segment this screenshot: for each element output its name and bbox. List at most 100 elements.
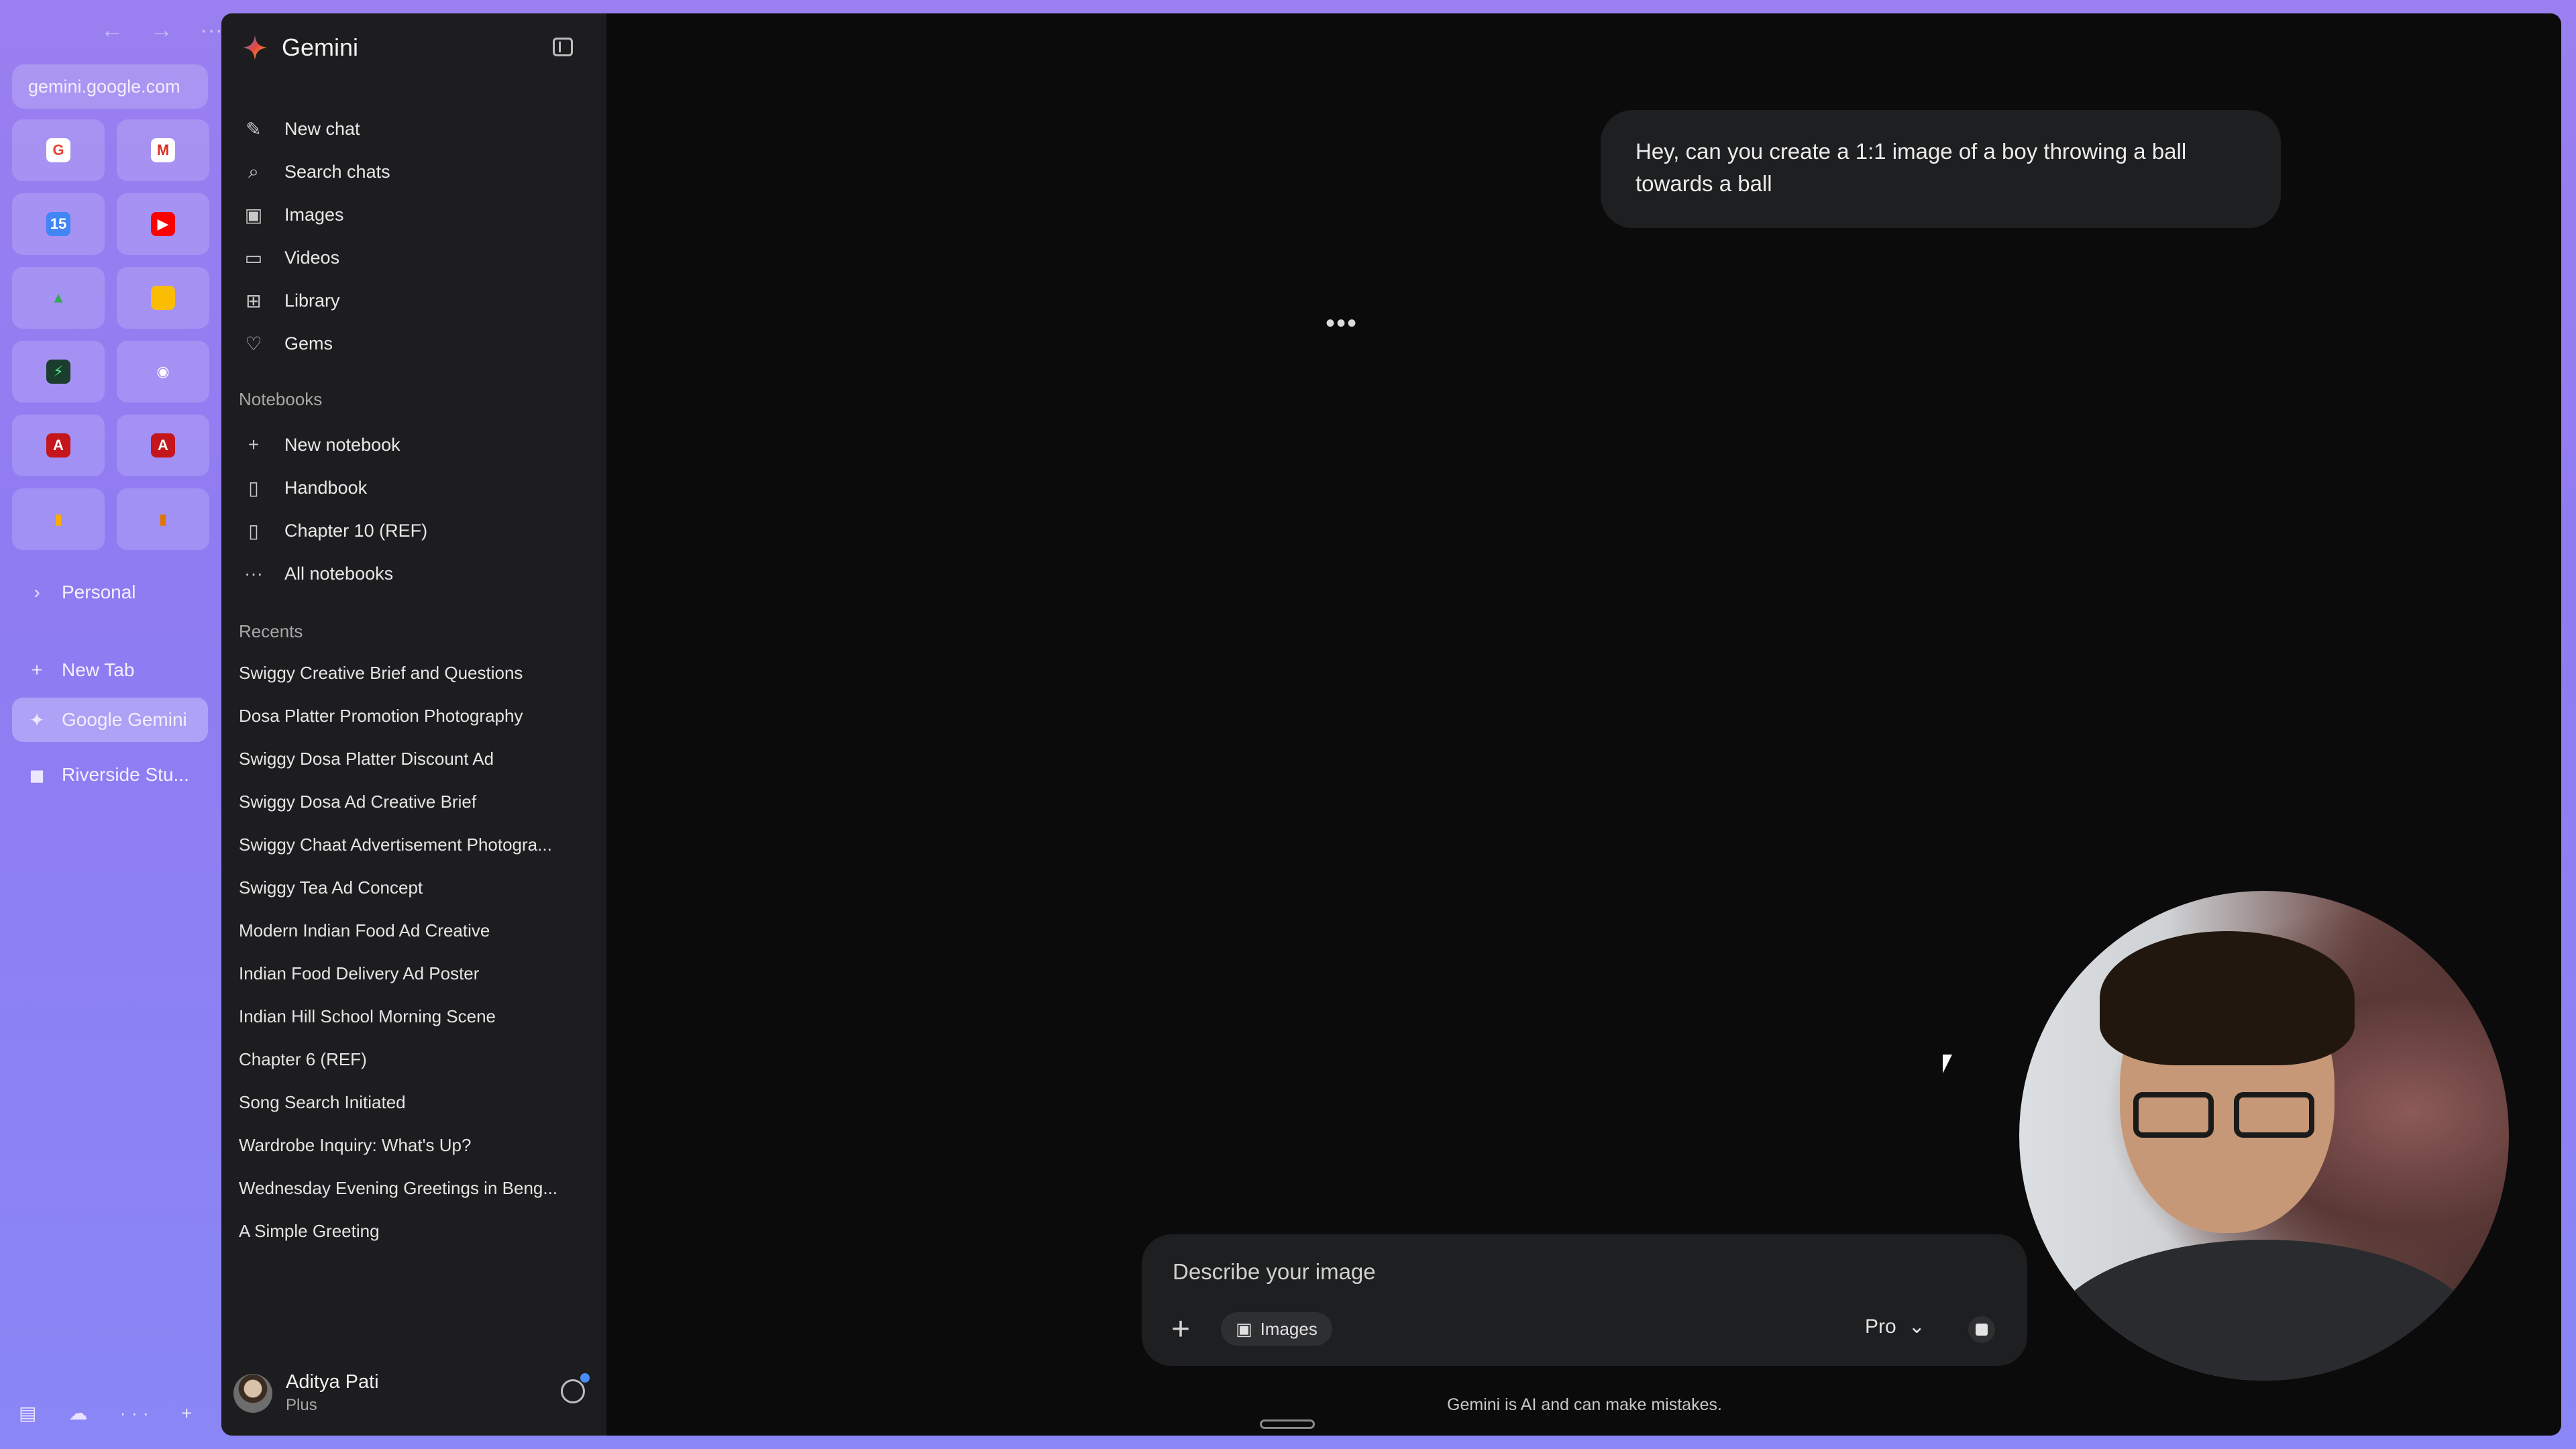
chevron-down-icon: ⌄ <box>1908 1316 1925 1338</box>
recent-chat-item[interactable]: Wardrobe Inquiry: What's Up? <box>239 1135 471 1156</box>
rail-new-tab[interactable]: + New Tab <box>12 648 208 692</box>
favorite-tile[interactable]: ◉ <box>117 341 209 402</box>
nav-library[interactable]: ⊞ Library <box>241 287 339 314</box>
mouse-cursor-icon <box>1943 1055 1952 1073</box>
favorite-tile[interactable]: ▲ <box>12 267 105 329</box>
gemini-brand[interactable]: Gemini <box>241 34 358 62</box>
notebook-icon: ▯ <box>248 477 259 498</box>
nav-search-chats[interactable]: ⌕ Search chats <box>241 158 390 185</box>
rail-bottom-toolbar: ▤ ☁ · · · + <box>19 1402 192 1424</box>
recent-chat-item[interactable]: Swiggy Dosa Ad Creative Brief <box>239 792 476 812</box>
webcam-overlay <box>2019 891 2509 1381</box>
analytics-icon: ▮ <box>54 511 63 527</box>
favorite-tile[interactable]: ▮ <box>12 488 105 550</box>
resize-handle[interactable] <box>1260 1419 1315 1429</box>
notebook-icon: ▯ <box>248 520 259 541</box>
user-profile[interactable]: Aditya Pati Plus <box>233 1371 379 1415</box>
analytics-icon-2: ▮ <box>158 511 168 527</box>
nav-label: Search chats <box>284 161 390 182</box>
notebook-label: New notebook <box>284 434 400 455</box>
gems-icon: ♡ <box>245 333 262 354</box>
sidebar-collapse-icon[interactable] <box>553 38 573 56</box>
back-arrow-icon[interactable]: ← <box>101 17 123 44</box>
favorite-tile[interactable]: ▮ <box>117 488 209 550</box>
forward-arrow-icon[interactable]: → <box>150 17 173 44</box>
gmail-icon: M <box>151 138 175 162</box>
notebook-icon: ··· <box>244 563 263 584</box>
nav-videos[interactable]: ▭ Videos <box>241 244 339 271</box>
favorite-tile[interactable]: A <box>117 415 209 476</box>
add-icon[interactable]: + <box>181 1403 192 1424</box>
favorite-tile[interactable]: ⚡ <box>12 341 105 402</box>
favorite-tile[interactable]: 15 <box>12 193 105 255</box>
favorite-tile[interactable]: A <box>12 415 105 476</box>
rail-item-label: New Tab <box>62 659 135 680</box>
nav-images[interactable]: ▣ Images <box>241 201 344 228</box>
calendar-icon: 15 <box>46 212 70 236</box>
github-icon: ◉ <box>156 363 170 380</box>
recent-chat-item[interactable]: Indian Food Delivery Ad Poster <box>239 963 479 984</box>
brand-label: Gemini <box>282 34 359 61</box>
favorite-tile[interactable]: ▶ <box>117 193 209 255</box>
recent-chat-item[interactable]: Wednesday Evening Greetings in Beng... <box>239 1178 557 1199</box>
rail-item-label: Google Gemini <box>62 709 187 730</box>
notebook-chapter-10[interactable]: ▯ Chapter 10 (REF) <box>241 517 427 544</box>
activity-app-icon: ⚡ <box>46 360 70 384</box>
nav-new-chat[interactable]: ✎ New chat <box>241 115 360 142</box>
cloud-icon[interactable]: ☁ <box>68 1402 87 1424</box>
recent-chat-item[interactable]: Chapter 6 (REF) <box>239 1049 367 1070</box>
images-tool-chip[interactable]: ▣ Images <box>1221 1312 1332 1346</box>
favorite-tile[interactable]: G <box>12 119 105 181</box>
notebook-label: Chapter 10 (REF) <box>284 520 428 541</box>
google-icon: G <box>46 138 70 162</box>
favorites-grid: G M 15 ▶ ▲ ■ ⚡ ◉ A A ▮ ▮ <box>12 119 209 550</box>
nav-gems[interactable]: ♡ Gems <box>241 330 333 357</box>
add-attachment-icon[interactable]: + <box>1171 1313 1190 1346</box>
rail-item-label: Personal <box>62 582 136 602</box>
notebook-new[interactable]: + New notebook <box>241 431 400 458</box>
recent-chat-item[interactable]: Dosa Platter Promotion Photography <box>239 706 523 727</box>
more-options-icon[interactable]: ··· <box>200 17 223 44</box>
user-name: Aditya Pati <box>286 1371 379 1393</box>
favorite-tile[interactable]: ■ <box>117 267 209 329</box>
acrobat-icon-2: A <box>151 433 175 458</box>
recent-chat-item[interactable]: Swiggy Dosa Platter Discount Ad <box>239 749 494 769</box>
archive-icon[interactable]: ▤ <box>19 1402 36 1424</box>
settings-gear-icon[interactable] <box>561 1373 590 1403</box>
recent-chat-item[interactable]: Song Search Initiated <box>239 1092 406 1113</box>
acrobat-icon: A <box>46 433 70 458</box>
library-icon: ⊞ <box>246 290 262 311</box>
recent-chat-item[interactable]: Swiggy Chaat Advertisement Photogra... <box>239 835 552 855</box>
youtube-icon: ▶ <box>151 212 175 236</box>
user-plan: Plus <box>286 1396 317 1414</box>
image-tool-icon: ▣ <box>1236 1318 1252 1339</box>
prompt-input[interactable] <box>1173 1253 1911 1291</box>
notebook-handbook[interactable]: ▯ Handbook <box>241 474 367 501</box>
notebooks-heading: Notebooks <box>239 389 323 409</box>
gemini-sparkle-icon <box>243 36 267 60</box>
rail-item-icon: + <box>31 659 43 680</box>
dots-icon: · · · <box>119 1402 149 1424</box>
favorite-tile[interactable]: M <box>117 119 209 181</box>
rail-item-label: Riverside Stu... <box>62 764 189 785</box>
recent-chat-item[interactable]: A Simple Greeting <box>239 1221 380 1242</box>
google-drive-icon: ▲ <box>51 289 66 306</box>
rail-tab-riverside[interactable]: ◼ Riverside Stu... <box>12 753 208 797</box>
recent-chat-item[interactable]: Indian Hill School Morning Scene <box>239 1006 496 1027</box>
recent-chat-item[interactable]: Swiggy Creative Brief and Questions <box>239 663 523 684</box>
recent-chat-item[interactable]: Modern Indian Food Ad Creative <box>239 920 490 941</box>
model-selector[interactable]: Pro ⌄ <box>1865 1315 1925 1338</box>
rail-item-icon: ✦ <box>29 709 45 731</box>
google-keep-icon: ■ <box>151 286 175 310</box>
model-label: Pro <box>1865 1315 1896 1338</box>
nav-label: Images <box>284 204 344 225</box>
browser-nav: ← → ··· <box>101 17 223 44</box>
notebook-all[interactable]: ··· All notebooks <box>241 560 393 587</box>
rail-item-icon: ◼ <box>29 764 45 786</box>
url-bar[interactable]: gemini.google.com <box>12 64 208 109</box>
rail-tab-google-gemini[interactable]: ✦ Google Gemini <box>12 698 208 742</box>
recent-chat-item[interactable]: Swiggy Tea Ad Concept <box>239 877 423 898</box>
rail-folder-personal[interactable]: › Personal <box>12 570 208 614</box>
prompt-composer: + ▣ Images Pro ⌄ <box>1142 1234 2027 1366</box>
stop-generation-button[interactable] <box>1968 1316 1995 1343</box>
